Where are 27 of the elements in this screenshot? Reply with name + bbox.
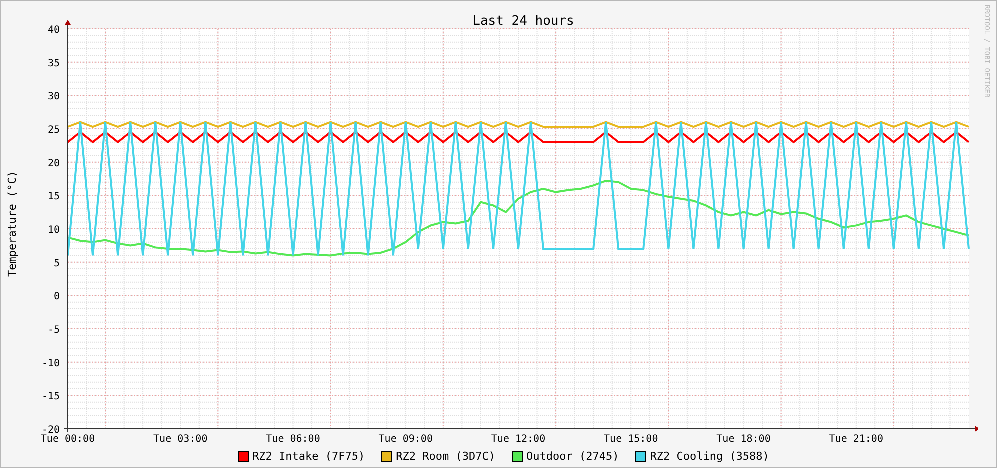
y-tick-label: -5 [48,325,60,336]
y-tick-label: 15 [48,192,60,203]
y-tick-label: 40 [48,25,60,36]
x-tick-label: Tue 09:00 [378,434,433,445]
x-tick-label: Tue 06:00 [266,434,320,445]
y-tick-label: -20 [42,425,60,436]
legend-label: RZ2 Intake (7F75) [252,450,366,463]
y-tick-label: 30 [48,92,60,103]
x-tick-label: Tue 18:00 [716,434,771,445]
legend-label: Outdoor (2745) [526,450,620,463]
y-tick-label: 20 [48,158,60,170]
y-tick-label: 25 [48,125,60,136]
x-tick-label: Tue 12:00 [491,434,546,445]
y-tick-label: 5 [54,258,60,270]
legend-label: RZ2 Cooling (3588) [650,450,770,463]
x-tick-label: Tue 21:00 [829,434,884,445]
x-tick-label: Tue 00:00 [40,434,96,445]
chart-title: Last 24 hours [472,14,574,29]
y-tick-label: -10 [42,358,60,370]
y-tick-label: -15 [42,392,60,403]
y-axis-label: Temperature (°C) [6,170,18,276]
y-tick-label: 0 [54,292,60,303]
y-tick-label: 10 [48,225,60,236]
legend-label: RZ2 Room (3D7C) [396,450,496,463]
x-tick-label: Tue 03:00 [154,434,208,445]
x-tick-label: Tue 15:00 [604,434,658,445]
y-tick-label: 35 [48,58,60,70]
